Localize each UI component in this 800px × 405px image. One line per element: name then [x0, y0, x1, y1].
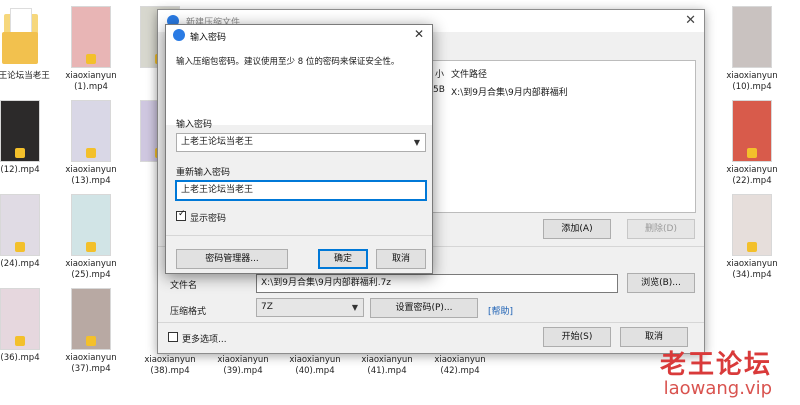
- start-button[interactable]: 开始(S): [543, 327, 611, 347]
- chevron-down-icon: ▼: [351, 303, 358, 312]
- file-name: xiaoxianyun (37).mp4: [65, 353, 117, 374]
- file-name: xiaoxianyun (1).mp4: [65, 71, 117, 92]
- format-label: 压缩格式: [170, 307, 207, 317]
- file-name: xiaoxianyun (42).mp4: [434, 355, 486, 376]
- enter-password-label: 输入密码: [176, 120, 213, 130]
- enter-password-value: 上老王论坛当老王: [181, 137, 254, 147]
- chevron-down-icon[interactable]: ▼: [414, 134, 420, 151]
- desktop-folder[interactable]: 老王论坛当老王: [0, 6, 52, 82]
- add-button[interactable]: 添加(A): [543, 219, 611, 239]
- player-icon: [15, 148, 25, 158]
- password-dialog: 输入密码 ✕ 输入压缩包密码。建议使用至少 8 位的密码来保证安全性。 输入密码…: [165, 24, 433, 274]
- help-link[interactable]: [帮助]: [488, 304, 513, 317]
- format-select[interactable]: 7Z ▼: [256, 298, 364, 317]
- browse-button[interactable]: 浏览(B)...: [627, 273, 695, 293]
- watermark-url: laowang.vip: [663, 378, 772, 399]
- desktop-file[interactable]: xiaoxianyun (41).mp4: [355, 352, 419, 377]
- watermark-logo-text: 老王论坛: [659, 350, 772, 380]
- close-icon[interactable]: ✕: [414, 27, 424, 41]
- desktop-file[interactable]: xiaoxianyun (13).mp4: [59, 100, 123, 187]
- desktop-file[interactable]: (24).mp4: [0, 194, 52, 270]
- ok-button[interactable]: 确定: [318, 249, 368, 269]
- player-icon: [747, 148, 757, 158]
- desktop-file[interactable]: xiaoxianyun (34).mp4: [720, 194, 784, 281]
- app-icon: [173, 29, 185, 41]
- desktop-file[interactable]: xiaoxianyun (25).mp4: [59, 194, 123, 281]
- divider: [166, 235, 432, 236]
- desktop-file[interactable]: xiaoxianyun (22).mp4: [720, 100, 784, 187]
- desktop-file[interactable]: xiaoxianyun (37).mp4: [59, 288, 123, 375]
- video-thumbnail: [71, 100, 111, 162]
- format-value: 7Z: [261, 302, 273, 312]
- divider: [158, 322, 704, 323]
- file-name: 老王论坛当老王: [0, 71, 50, 81]
- row-size: 5B: [433, 85, 445, 95]
- video-thumbnail: [732, 6, 772, 68]
- desktop-file[interactable]: (36).mp4: [0, 288, 52, 364]
- file-name: xiaoxianyun (39).mp4: [217, 355, 269, 376]
- desktop-file[interactable]: xiaoxianyun (40).mp4: [283, 352, 347, 377]
- video-thumbnail: [0, 288, 40, 350]
- set-password-button[interactable]: 设置密码(P)...: [370, 298, 478, 318]
- player-icon: [86, 148, 96, 158]
- delete-button[interactable]: 删除(D): [627, 219, 695, 239]
- player-icon: [15, 242, 25, 252]
- dialog-titlebar[interactable]: 输入密码 ✕: [166, 25, 432, 45]
- video-thumbnail: [71, 6, 111, 68]
- enter-password-field[interactable]: 上老王论坛当老王 ▼: [176, 133, 426, 152]
- filename-label: 文件名: [170, 281, 198, 291]
- column-path[interactable]: 文件路径: [451, 67, 487, 80]
- password-hint: 输入压缩包密码。建议使用至少 8 位的密码来保证安全性。: [176, 57, 400, 67]
- password-manager-button[interactable]: 密码管理器...: [176, 249, 288, 269]
- player-icon: [86, 54, 96, 64]
- video-thumbnail: [0, 194, 40, 256]
- video-thumbnail: [71, 288, 111, 350]
- file-name: xiaoxianyun (22).mp4: [726, 165, 778, 186]
- file-name: xiaoxianyun (13).mp4: [65, 165, 117, 186]
- file-name: xiaoxianyun (38).mp4: [144, 355, 196, 376]
- player-icon: [747, 242, 757, 252]
- desktop-file[interactable]: xiaoxianyun (38).mp4: [138, 352, 202, 377]
- close-icon[interactable]: ✕: [685, 13, 696, 28]
- file-name: xiaoxianyun (25).mp4: [65, 259, 117, 280]
- video-thumbnail: [0, 100, 40, 162]
- column-size[interactable]: 小: [435, 67, 444, 80]
- more-options-label[interactable]: 更多选项...: [182, 332, 227, 345]
- more-options-checkbox[interactable]: [168, 332, 178, 342]
- desktop-file[interactable]: xiaoxianyun (1).mp4: [59, 6, 123, 93]
- desktop-file[interactable]: xiaoxianyun (39).mp4: [211, 352, 275, 377]
- dialog-title: 输入密码: [190, 33, 227, 43]
- file-name: (12).mp4: [0, 165, 40, 175]
- show-password-label[interactable]: 显示密码: [190, 211, 226, 224]
- dialog-cancel-button[interactable]: 取消: [376, 249, 426, 269]
- reenter-password-label: 重新输入密码: [176, 168, 231, 178]
- player-icon: [86, 242, 96, 252]
- reenter-password-field[interactable]: 上老王论坛当老王: [175, 180, 427, 201]
- desktop-file[interactable]: (12).mp4: [0, 100, 52, 176]
- folder-icon: [0, 6, 40, 68]
- video-thumbnail: [732, 100, 772, 162]
- player-icon: [86, 336, 96, 346]
- file-name: xiaoxianyun (40).mp4: [289, 355, 341, 376]
- video-thumbnail: [71, 194, 111, 256]
- file-name: xiaoxianyun (34).mp4: [726, 259, 778, 280]
- desktop-file[interactable]: xiaoxianyun (10).mp4: [720, 6, 784, 93]
- file-name: (36).mp4: [0, 353, 40, 363]
- video-thumbnail: [732, 194, 772, 256]
- desktop-file[interactable]: xiaoxianyun (42).mp4: [428, 352, 492, 377]
- dialog-hint-area: 输入压缩包密码。建议使用至少 8 位的密码来保证安全性。: [166, 45, 432, 125]
- row-path: X:\到9月合集\9月内部群福利: [451, 88, 568, 98]
- file-name: (24).mp4: [0, 259, 40, 269]
- file-name: xiaoxianyun (10).mp4: [726, 71, 778, 92]
- filename-field[interactable]: X:\到9月合集\9月内部群福利.7z: [256, 274, 618, 293]
- show-password-checkbox[interactable]: [176, 209, 186, 221]
- player-icon: [15, 336, 25, 346]
- file-name: xiaoxianyun (41).mp4: [361, 355, 413, 376]
